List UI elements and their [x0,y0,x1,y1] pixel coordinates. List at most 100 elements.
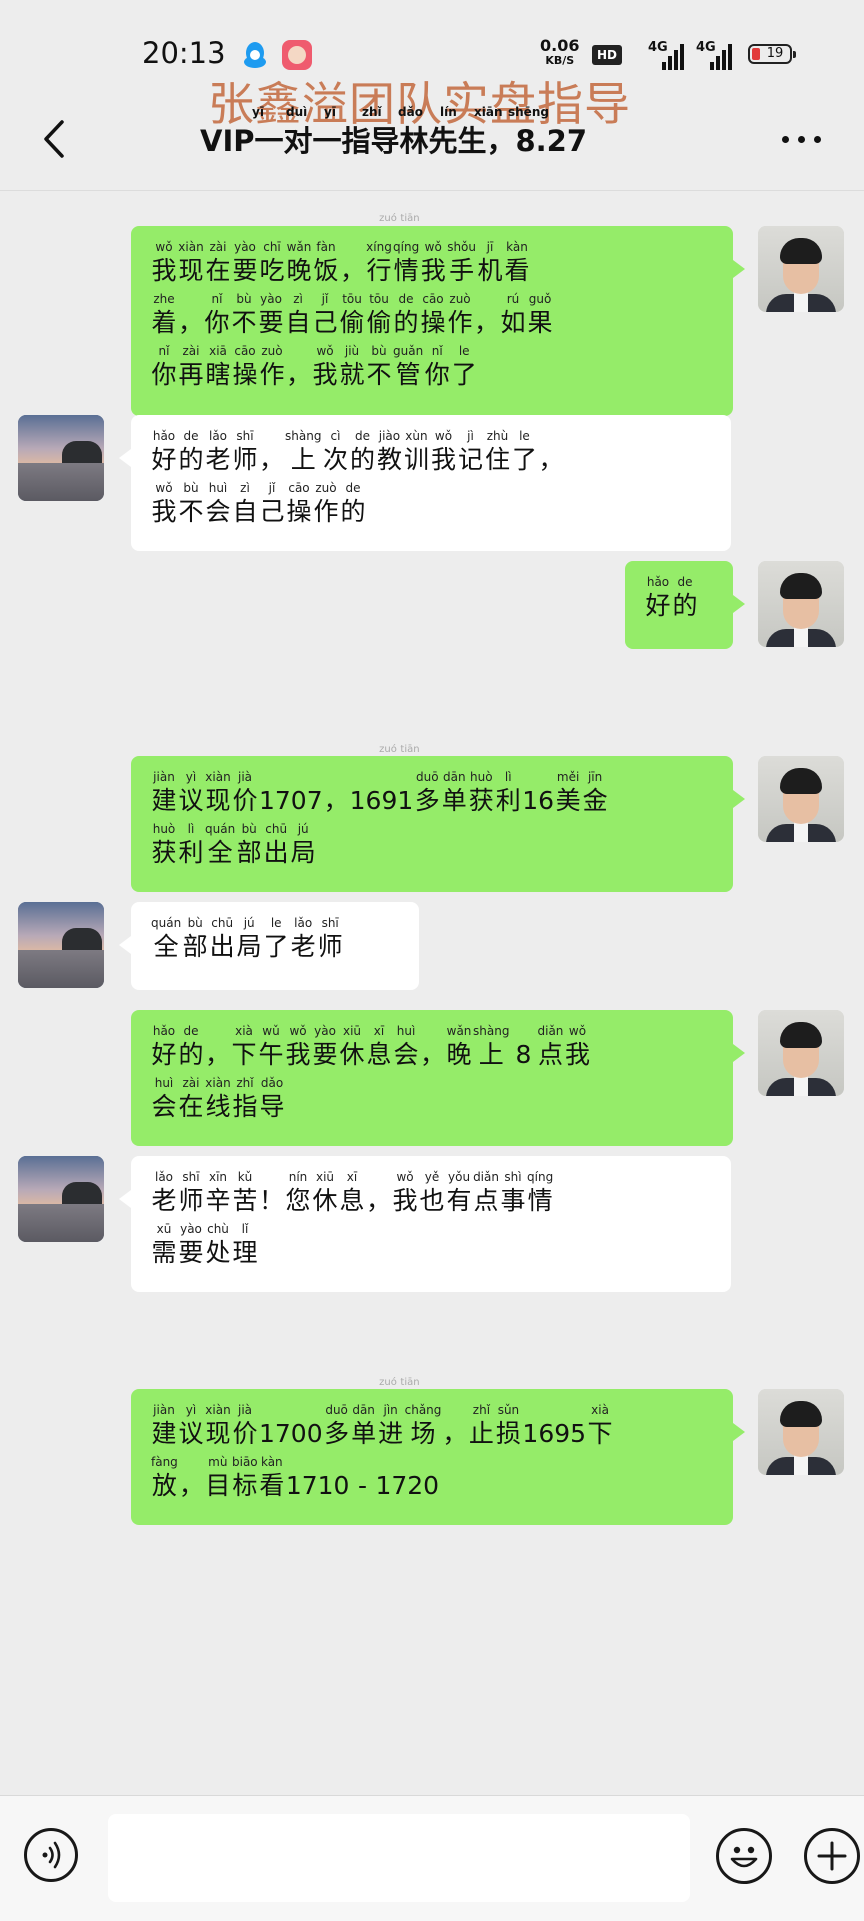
incoming-message[interactable]: lǎo 老 shī 师 xīn 辛 kǔ 苦！ nín 您 xiū 休 xī 息， wǒ 我 yě 也 yǒu 有 di… [119,1156,731,1292]
ruby-char: chū 出 [209,916,235,964]
message-line: hǎo 好 de 的 [645,575,713,623]
net-speed: 0.06 KB/S [540,38,579,68]
hanzi: 我 [564,1040,590,1069]
hanzi: 的 [178,1040,204,1069]
hanzi: 利 [495,786,521,815]
ruby-char: de 的 [178,429,204,477]
app-avatar-icon [282,40,312,70]
outgoing-message[interactable]: jiàn 建 yì 议 xiàn 现 jià 价 1707， 1691 duō 多 dān 单 huò 获 lì… [131,756,745,892]
hanzi: 事 [500,1186,526,1215]
hanzi: 教 [376,445,402,474]
ruby-char: wǒ 我 [312,344,338,392]
pinyin: mù [208,1455,228,1469]
pinyin: cāo [288,481,310,495]
teacher-avatar[interactable] [758,1010,844,1096]
ruby-char: jú 局 [236,916,262,964]
student-avatar[interactable] [18,902,104,988]
hanzi: 自 [232,497,258,526]
ruby-char: xiàn 现 [205,1403,231,1451]
pinyin: lì [504,770,512,784]
ruby-char: bù 不 [178,481,204,529]
ruby-char: tōu 偷 [366,292,392,340]
incoming-message[interactable]: quán 全 bù 部 chū 出 jú 局 le 了 lǎo 老 shī 师 [119,902,419,990]
pinyin: shī [236,429,254,443]
hanzi: 处 [205,1238,231,1267]
ruby-char: huì 会 [393,1024,419,1072]
student-avatar[interactable] [18,415,104,501]
pinyin: dān [352,1403,375,1417]
voice-icon[interactable] [24,1828,78,1882]
hanzi: 看 [259,1471,285,1500]
pinyin: jiàn [153,770,175,784]
message-line: hǎo 好 de 的， xià 下 wǔ 午 wǒ 我 yào 要 xiū 休 xī 息 huì 会， wǎn 晚 sh… [151,1024,713,1072]
outgoing-message[interactable]: hǎo 好 de 的 [625,561,745,649]
plus-icon[interactable] [804,1828,860,1884]
pinyin: xiàn [205,770,231,784]
teacher-avatar[interactable] [758,756,844,842]
hanzi: 我 [420,256,446,285]
ruby-char: wǔ 午 [258,1024,284,1072]
ruby-char: bù 部 [182,916,208,964]
ruby-char: zhǐ 止 [468,1403,494,1451]
ruby-char: 1720 [375,1455,439,1503]
incoming-message[interactable]: hǎo 好 de 的 lǎo 老 shī 师， shàng 上 cì 次 de 的 jiào 教 xùn 训 wǒ 我… [119,415,731,551]
pinyin: jì [467,429,474,443]
hanzi: 你 [424,360,450,389]
hanzi: 局 [236,932,262,961]
outgoing-message[interactable]: jiàn 建 yì 议 xiàn 现 jià 价 1700 duō 多 dān 单 jìn 进 chǎng 场，… [131,1389,745,1525]
pinyin: le [270,916,282,930]
net-speed-unit: KB/S [545,54,575,67]
hanzi: 会 [393,1040,419,1069]
teacher-avatar[interactable] [758,1389,844,1475]
pinyin: qíng [393,240,420,254]
ruby-char: cāo 操 [232,344,258,392]
hanzi: 议 [178,786,204,815]
teacher-avatar[interactable] [758,226,844,312]
ruby-char: wǒ 我 [285,1024,311,1072]
pinyin: shì [504,1170,522,1184]
pinyin: xià [591,1403,609,1417]
ruby-char: dān 单 [441,770,467,818]
ruby-char: 1700 [259,1403,323,1451]
pinyin: xùn [405,429,428,443]
more-options-icon[interactable] [778,126,826,150]
ruby-char: yì 议 [178,770,204,818]
hanzi: 在 [178,1092,204,1121]
ruby-char: cì 次 [322,429,348,477]
emoji-icon[interactable] [716,1828,772,1884]
ruby-char: xī 息 [366,1024,392,1072]
hanzi: 自 [285,308,311,337]
ruby-char: 1695 [522,1403,586,1451]
ruby-char: duō 多 [414,770,440,818]
outgoing-message[interactable]: hǎo 好 de 的， xià 下 wǔ 午 wǒ 我 yào 要 xiū 休 xī 息 huì 会， wǎn 晚 sh… [131,1010,745,1146]
hanzi: 就 [339,360,365,389]
outgoing-message[interactable]: wǒ 我 xiàn 现 zài 在 yào 要 chī 吃 wǎn 晚 fàn 饭， xíng 行 qíng 情 w… [131,226,745,416]
ruby-char: zài 在 [178,1076,204,1124]
pinyin: huò [469,770,493,784]
hanzi: 师 [178,1186,204,1215]
hanzi: 作 [259,360,285,389]
ruby-char: jǐ 己 [312,292,338,340]
hanzi: 住 [484,445,510,474]
chat-area[interactable]: zuó昨tiān天 17:32zuó昨tiān天 17:59zuó昨tiān天 … [0,191,864,1795]
hanzi: 如 [500,308,526,337]
pinyin: diǎn [537,1024,564,1038]
pinyin: jǐ [268,481,276,495]
ruby-char: zhù 住 [484,429,510,477]
ruby-char: xià 下 [587,1403,613,1451]
back-arrow-icon[interactable] [34,116,74,162]
teacher-avatar[interactable] [758,561,844,647]
message-input[interactable] [108,1814,690,1902]
pinyin: chī [263,240,281,254]
ruby-char: lǎo 老 [290,916,316,964]
ruby-char: fàn 饭 [313,240,339,288]
hanzi: 了 [451,360,477,389]
hanzi: 己 [259,497,285,526]
student-avatar[interactable] [18,1156,104,1242]
qq-penguin-icon [244,42,266,68]
title-pinyin-6: lín [440,105,457,119]
hanzi: 1707 [259,786,323,815]
hanzi: 要 [178,1238,204,1267]
hanzi: 进 [378,1419,404,1448]
hanzi: 操 [286,497,312,526]
